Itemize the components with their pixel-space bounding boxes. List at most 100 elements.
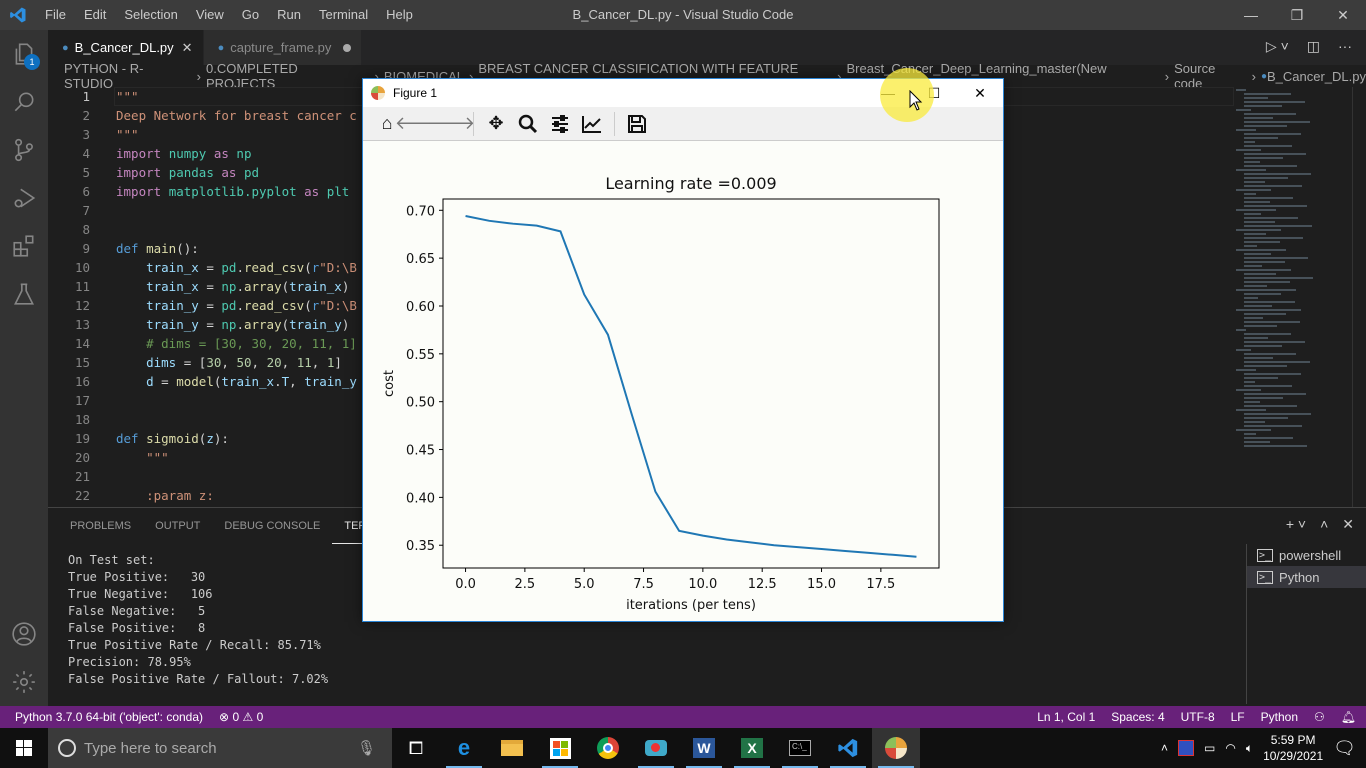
encoding[interactable]: UTF-8 [1181,710,1215,724]
pan-move-icon[interactable]: ✥ [484,112,508,136]
x-tick-label: 5.0 [574,577,595,592]
x-tick-label: 10.0 [688,577,717,592]
action-center-icon[interactable]: 🗨︎ [1333,738,1356,759]
indentation[interactable]: Spaces: 4 [1111,710,1164,724]
source-control-button[interactable] [0,126,48,174]
code-token: pd [243,165,260,180]
configure-subplots-icon[interactable] [548,112,572,136]
split-editor-button[interactable]: ◫ [1307,38,1320,55]
explorer-button[interactable]: 1 [0,30,48,78]
testing-button[interactable] [0,270,48,318]
language-mode[interactable]: Python [1261,710,1298,724]
run-debug-button[interactable] [0,174,48,222]
figure-close-button[interactable]: ✕ [957,79,1003,107]
x-tick-label: 12.5 [748,577,777,592]
clock[interactable]: 5:59 PM 10/29/2021 [1263,732,1323,764]
restore-button[interactable]: ❐ [1274,0,1320,30]
task-view-icon[interactable]: ⧠ [392,728,440,768]
code-token: ( [198,431,207,446]
save-disk-icon[interactable] [625,112,649,136]
x-tick-label: 17.5 [866,577,895,592]
feedback-icon[interactable]: ⚇ [1314,710,1325,724]
terminal-instance[interactable]: >_ Python [1247,566,1366,588]
panel-tab-output[interactable]: OUTPUT [143,508,212,544]
edge-icon[interactable]: e [440,728,488,768]
menu-run[interactable]: Run [268,0,310,30]
minimap-line [1244,337,1268,339]
edit-axis-icon[interactable] [580,112,604,136]
notifications-bell-icon[interactable]: 🔔︎ [1341,710,1356,724]
menu-edit[interactable]: Edit [75,0,115,30]
volume-icon[interactable]: 🔈︎ [1246,741,1253,756]
excel-icon[interactable]: X [728,728,776,768]
minimap-line [1244,365,1287,367]
start-button[interactable] [0,728,48,768]
new-terminal-button[interactable]: + ˅ [1286,516,1306,533]
terminal-instance[interactable]: >_ powershell [1247,544,1366,566]
cmd-icon[interactable]: C:\_ [776,728,824,768]
close-window-button[interactable]: ✕ [1320,0,1366,30]
chrome-icon[interactable] [584,728,632,768]
menu-help[interactable]: Help [377,0,422,30]
code-token: train_x [221,374,275,389]
cursor-position[interactable]: Ln 1, Col 1 [1037,710,1095,724]
code-token: train_y [146,298,199,313]
taskbar-search[interactable]: Type here to search 🎙︎ [48,728,392,768]
terminal-output[interactable]: On Test set: True Positive: 30 True Negati… [68,552,328,688]
wifi-icon[interactable]: ◠ [1225,741,1235,755]
editor-scrollbar[interactable] [1352,87,1366,507]
tray-app-icon[interactable] [1178,740,1195,756]
panel-tab-problems[interactable]: PROBLEMS [58,508,143,544]
vscode-icon[interactable] [824,728,872,768]
minimap-line [1244,341,1305,343]
minimap-line [1244,213,1261,215]
end-of-line[interactable]: LF [1231,710,1245,724]
microphone-icon[interactable]: 🎙︎ [357,739,376,757]
menu-terminal[interactable]: Terminal [310,0,377,30]
maximize-panel-button[interactable]: ˄ [1320,516,1328,533]
close-tab-icon[interactable]: ✕ [182,40,193,56]
account-button[interactable] [0,610,48,658]
code-token: sigmoid [146,431,199,446]
power-icon[interactable]: ▭ [1204,741,1215,755]
problems-indicator[interactable]: ⊗ 0 ⚠ 0 [219,710,263,724]
settings-button[interactable] [0,658,48,706]
extensions-button[interactable] [0,222,48,270]
unsaved-dot-icon[interactable] [343,43,352,52]
run-python-file-button[interactable]: ▷ ˅ [1266,38,1289,55]
menu-view[interactable]: View [187,0,233,30]
minimize-button[interactable]: — [1228,0,1274,30]
python-interpreter[interactable]: Python 3.7.0 64-bit ('object': conda) [15,710,203,724]
show-hidden-icons[interactable]: ˄ [1161,741,1168,755]
tab-b-cancer-dl[interactable]: ● B_Cancer_DL.py ✕ [48,30,204,65]
search-button[interactable] [0,78,48,126]
cost-chart[interactable]: Learning rate =0.009 iterations (per tens… [363,141,1003,621]
file-explorer-icon[interactable] [488,728,536,768]
figure-maximize-button[interactable]: ☐ [911,79,957,107]
error-count: 0 [232,710,240,724]
zoom-magnifier-icon[interactable] [516,112,540,136]
store-icon[interactable] [536,728,584,768]
close-panel-button[interactable]: ✕ [1342,516,1354,533]
line-number: 22 [74,488,90,503]
screen-recorder-icon[interactable] [632,728,680,768]
minimap[interactable] [1236,87,1346,507]
panel-tab-debug-console[interactable]: DEBUG CONSOLE [212,508,332,544]
figure-minimize-button[interactable]: — [865,79,911,107]
menu-go[interactable]: Go [233,0,268,30]
tab-capture-frame[interactable]: ● capture_frame.py [203,30,363,65]
matplotlib-figure-icon[interactable] [872,728,920,768]
minimap-line [1244,273,1276,275]
menu-file[interactable]: File [36,0,75,30]
minimap-line [1244,405,1297,407]
figure-title-bar[interactable]: Figure 1 — ☐ ✕ [363,79,1003,107]
word-icon[interactable]: W [680,728,728,768]
more-actions-button[interactable]: ··· [1338,38,1352,55]
breadcrumb-item[interactable]: B_Cancer_DL.py [1267,69,1366,84]
figure-toolbar: ⌂ 🡐 🡒 ✥ [363,107,1003,141]
code-token: Deep Network for breast cancer c [116,108,357,123]
code-token: z [206,431,214,446]
forward-arrow-icon[interactable]: 🡒 [427,112,475,136]
y-tick-label: 0.35 [406,539,435,554]
menu-selection[interactable]: Selection [115,0,186,30]
